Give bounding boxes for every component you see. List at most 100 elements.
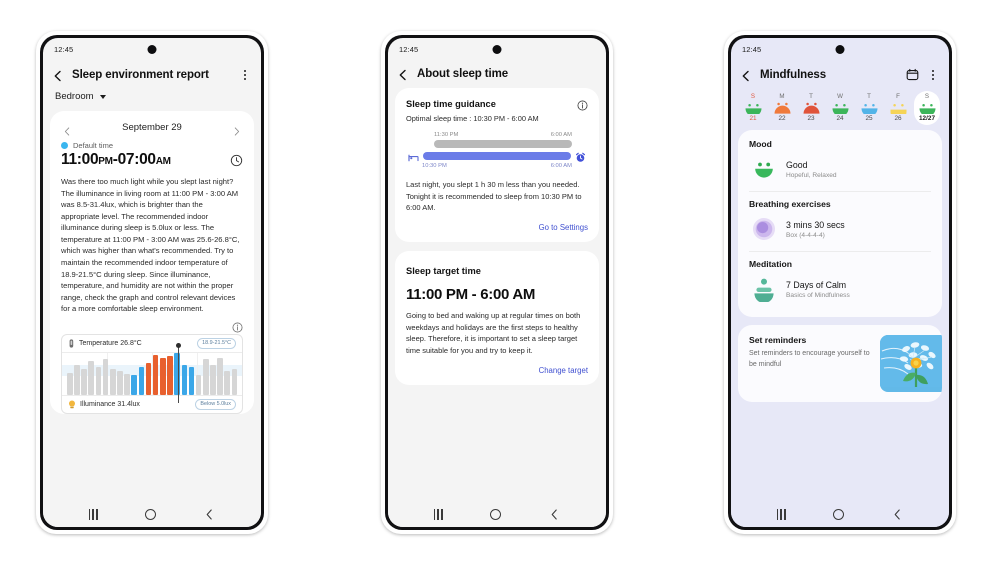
target-sleep-labels: 10:30 PM 6:00 AM	[408, 163, 586, 169]
home-icon[interactable]	[145, 508, 157, 520]
week-day-cell[interactable]: T 25	[856, 91, 882, 125]
phone-bezel: 12:45 Sleep environment report Bedroom S…	[40, 35, 264, 530]
breathing-section-title: Breathing exercises	[749, 199, 831, 209]
mood-sad-face-icon	[802, 101, 821, 114]
chart-bar	[202, 359, 209, 395]
back-chevron-icon[interactable]	[397, 68, 409, 81]
chart-bar	[181, 365, 188, 395]
sleep-report-card: September 29 Default time 11:00PM-07:00A…	[50, 111, 254, 414]
mood-happy-face-icon	[751, 156, 777, 182]
mood-happy-face-icon	[831, 101, 850, 117]
recents-icon[interactable]	[776, 508, 786, 520]
actual-start-label: 11:30 PM	[434, 132, 459, 138]
week-day-cell[interactable]: T 23	[798, 91, 824, 125]
sleep-start-time: 11:00	[61, 151, 99, 168]
chart-bar	[152, 354, 159, 395]
back-icon[interactable]	[549, 508, 560, 520]
camera-punchhole-icon	[147, 45, 157, 54]
chart-bar	[231, 369, 238, 395]
week-day-cell[interactable]: S 12/27	[914, 91, 940, 125]
set-reminders-card[interactable]: Set reminders Set reminders to encourage…	[738, 325, 942, 402]
camera-punchhole-icon	[492, 45, 502, 54]
phone-device-about-sleep-time: 12:45 About sleep time Sleep time guidan…	[381, 31, 613, 534]
divider	[749, 191, 931, 192]
meditation-sub: Basics of Mindfulness	[786, 291, 850, 299]
recents-icon[interactable]	[88, 508, 98, 520]
chart-bar	[145, 363, 152, 395]
calendar-icon[interactable]	[906, 68, 919, 81]
chart-bar	[88, 361, 95, 395]
back-chevron-icon[interactable]	[52, 69, 64, 81]
back-icon[interactable]	[204, 508, 215, 520]
info-circle-icon[interactable]	[232, 320, 243, 333]
breathing-item[interactable]: 3 mins 30 secs Box (4-4-4-4)	[749, 209, 931, 251]
back-icon[interactable]	[892, 508, 903, 520]
mood-happy-face-icon	[918, 101, 937, 117]
phone1-content: Bedroom September 29 Default time 11:00P…	[43, 89, 261, 501]
week-day-cell[interactable]: S 21	[740, 91, 766, 125]
kebab-menu-icon[interactable]	[239, 68, 251, 81]
prev-day-icon[interactable]	[63, 123, 72, 136]
recents-icon[interactable]	[433, 508, 443, 520]
week-day-cell[interactable]: M 22	[769, 91, 795, 125]
chart-temperature-value: Temperature 26.8°C	[79, 339, 142, 347]
lightbulb-icon	[68, 400, 76, 409]
system-nav-bar	[731, 501, 949, 527]
week-row: S 21 M 22 T 23 W 24 T 25 F 26 S 12/27	[740, 91, 940, 125]
week-day-letter: S	[924, 93, 930, 100]
home-icon[interactable]	[490, 508, 502, 520]
environment-chart[interactable]: Temperature 26.8°C 18.9-21.5°C Illuminan…	[61, 333, 243, 414]
kebab-menu-icon[interactable]	[927, 68, 939, 81]
week-day-number: 24	[836, 115, 844, 122]
sleep-window-time: 11:00PM-07:00AM	[61, 151, 171, 168]
actual-sleep-bar-row	[408, 140, 586, 148]
breathing-title: 3 mins 30 secs	[786, 219, 845, 230]
week-day-letter: T	[809, 93, 813, 100]
report-body-text: Was there too much light while you slept…	[61, 177, 240, 314]
mood-section-title: Mood	[749, 139, 772, 149]
meditation-title: 7 Days of Calm	[786, 279, 847, 290]
default-time-legend: Default time	[61, 141, 243, 150]
guidance-header: Sleep time guidance	[406, 98, 588, 111]
target-paragraph: Going to bed and waking up at regular ti…	[406, 311, 581, 356]
date-navigator: September 29	[61, 121, 243, 141]
phone3-content: S 21 M 22 T 23 W 24 T 25 F 26 S 12/27 Mood Good Hopef…	[731, 89, 949, 501]
chart-bar	[124, 374, 130, 395]
breathing-sub: Box (4-4-4-4)	[786, 231, 825, 239]
home-icon[interactable]	[833, 508, 845, 520]
sleep-start-ampm: PM	[98, 156, 113, 167]
sleep-end-ampm: AM	[155, 156, 171, 167]
system-nav-bar	[43, 501, 261, 527]
default-time-label: Default time	[73, 141, 114, 150]
target-link-row: Change target	[406, 366, 588, 375]
week-day-cell[interactable]: F 26	[885, 91, 911, 125]
room-selector[interactable]: Bedroom	[43, 89, 261, 111]
actual-sleep-labels: 11:30 PM 6:00 AM	[408, 132, 586, 138]
clock-icon[interactable]	[230, 154, 243, 167]
optimal-sleep-time-label: Optimal sleep time : 10:30 PM - 6:00 AM	[406, 114, 539, 123]
back-chevron-icon[interactable]	[740, 69, 752, 81]
target-sleep-bar-row	[408, 150, 586, 162]
breathing-text-block: 3 mins 30 secs Box (4-4-4-4)	[786, 220, 845, 239]
chart-bar	[167, 355, 173, 395]
chart-bar	[195, 375, 202, 395]
info-circle-icon[interactable]	[577, 98, 588, 111]
phone3-screen: 12:45 Mindfulness S 21 M 22 T 23 W 24 T 25 F 26	[731, 38, 949, 527]
meditation-text-block: 7 Days of Calm Basics of Mindfulness	[786, 280, 850, 299]
week-day-letter: S	[750, 93, 756, 100]
chart-illuminance-footer: Illuminance 31.4lux Below 5.0lux	[62, 394, 242, 413]
mood-item[interactable]: Good Hopeful, Relaxed	[749, 149, 931, 191]
sleep-window-row: 11:00PM-07:00AM	[61, 151, 243, 168]
bed-icon	[408, 150, 419, 162]
week-calendar-strip: S 21 M 22 T 23 W 24 T 25 F 26 S 12/27	[731, 89, 949, 130]
chart-bar	[131, 375, 137, 395]
chart-bar	[138, 367, 145, 395]
mood-sad-face-icon	[773, 101, 792, 114]
meditation-item[interactable]: 7 Days of Calm Basics of Mindfulness	[749, 269, 931, 311]
caret-down-icon	[99, 94, 106, 99]
next-day-icon[interactable]	[232, 123, 241, 136]
mindfulness-summary-card: Mood Good Hopeful, Relaxed Breathing exe…	[738, 130, 942, 317]
week-day-cell[interactable]: W 24	[827, 91, 853, 125]
go-to-settings-link[interactable]: Go to Settings	[539, 223, 588, 232]
change-target-link[interactable]: Change target	[539, 366, 588, 375]
